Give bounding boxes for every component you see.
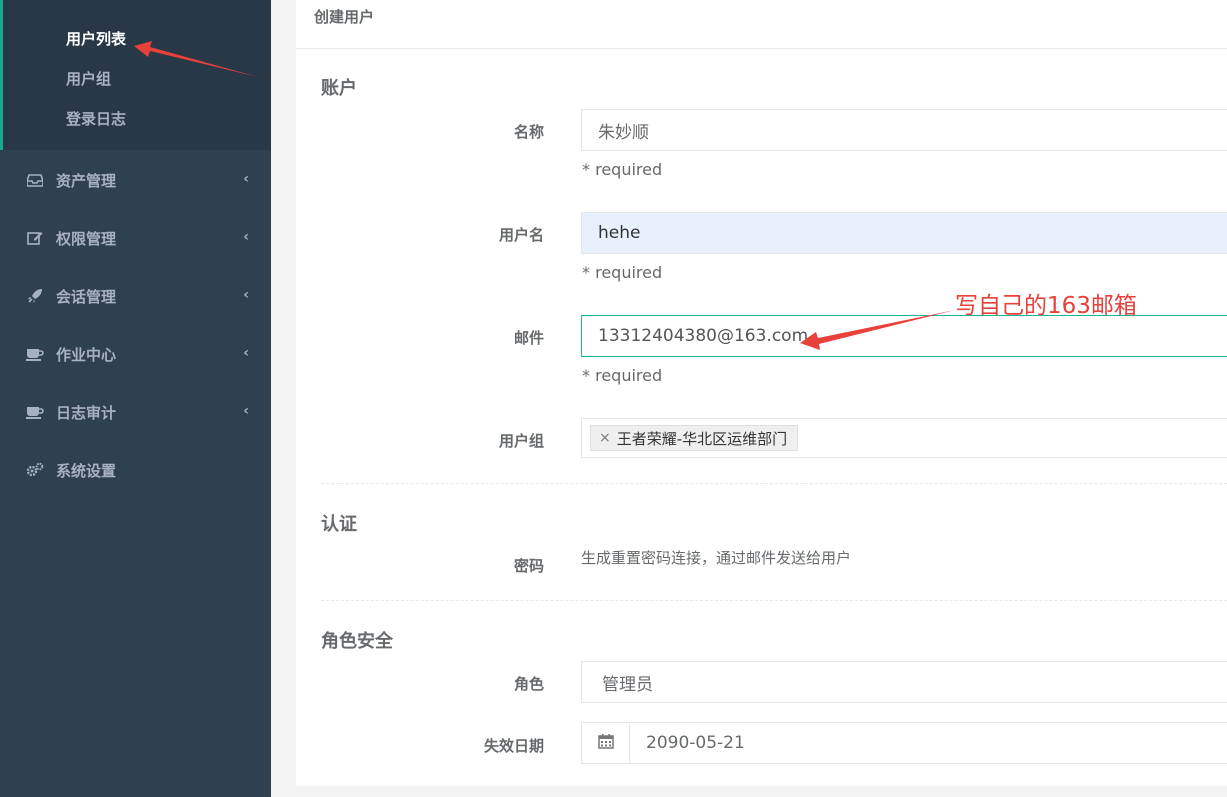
chevron-left-icon: ‹ — [243, 345, 249, 361]
sidebar-item-label: 系统设置 — [56, 461, 117, 480]
sidebar-item-permission-management[interactable]: 权限管理 ‹ — [0, 209, 271, 267]
submenu-item-user-group[interactable]: 用户组 — [66, 68, 111, 89]
name-label: 名称 — [513, 123, 544, 141]
page-title: 创建用户 — [314, 8, 375, 26]
sidebar-item-label: 权限管理 — [56, 229, 117, 248]
email-label: 邮件 — [513, 329, 544, 347]
section-title-auth: 认证 — [321, 514, 357, 535]
chevron-left-icon: ‹ — [243, 171, 249, 187]
username-required-hint: * required — [582, 263, 663, 282]
user-group-tag: × 王者荣耀-华北区运维部门 — [590, 425, 799, 451]
inbox-icon — [26, 171, 44, 189]
sidebar-item-system-settings[interactable]: 系统设置 — [0, 441, 271, 499]
edit-icon — [26, 229, 44, 247]
name-required-hint: * required — [582, 160, 663, 179]
chevron-left-icon: ‹ — [243, 403, 249, 419]
submenu-item-user-list[interactable]: 用户列表 — [66, 28, 126, 49]
panel-header: 创建用户 — [296, 0, 1227, 49]
sidebar-item-label: 日志审计 — [56, 403, 117, 422]
section-title-account: 账户 — [321, 78, 357, 99]
expire-date-label: 失效日期 — [483, 737, 544, 755]
username-label: 用户名 — [498, 226, 544, 244]
sidebar-item-job-center[interactable]: 作业中心 ‹ — [0, 325, 271, 383]
divider — [321, 483, 1227, 484]
gears-icon — [26, 461, 44, 479]
submenu-item-login-log[interactable]: 登录日志 — [66, 108, 126, 129]
coffee-icon — [26, 403, 44, 421]
sidebar-item-label: 会话管理 — [56, 287, 117, 306]
user-group-tag-label: 王者荣耀-华北区运维部门 — [616, 429, 788, 448]
role-select[interactable]: 管理员 — [581, 661, 1227, 703]
divider — [321, 600, 1227, 601]
coffee-icon — [26, 345, 44, 363]
sidebar-item-label: 作业中心 — [56, 345, 117, 364]
expire-date-input[interactable]: 2090-05-21 — [581, 722, 1227, 764]
sidebar: 用户列表 用户组 登录日志 资产管理 ‹ 权限管理 ‹ 会话管理 ‹ 作业中心 … — [0, 0, 271, 797]
rocket-icon — [26, 287, 44, 305]
section-title-role-security: 角色安全 — [321, 631, 393, 652]
user-group-select[interactable]: × 王者荣耀-华北区运维部门 — [581, 418, 1227, 458]
password-label: 密码 — [513, 557, 544, 575]
annotation-email-note: 写自己的163邮箱 — [955, 293, 1137, 319]
date-addon[interactable] — [582, 723, 630, 763]
password-reset-text: 生成重置密码连接，通过邮件发送给用户 — [581, 549, 852, 567]
create-user-panel: 创建用户 账户 名称 朱妙顺 * required 用户名 hehe * req… — [296, 0, 1227, 786]
user-group-label: 用户组 — [498, 432, 544, 450]
calendar-icon — [597, 733, 614, 754]
user-submenu: 用户列表 用户组 登录日志 — [0, 0, 271, 150]
expire-date-value: 2090-05-21 — [646, 733, 745, 753]
chevron-left-icon: ‹ — [243, 229, 249, 245]
sidebar-item-asset-management[interactable]: 资产管理 ‹ — [0, 151, 271, 209]
username-input[interactable]: hehe — [581, 212, 1227, 254]
email-input[interactable]: 13312404380@163.com — [581, 315, 1227, 357]
sidebar-item-session-management[interactable]: 会话管理 ‹ — [0, 267, 271, 325]
sidebar-item-log-audit[interactable]: 日志审计 ‹ — [0, 383, 271, 441]
role-label: 角色 — [513, 675, 544, 693]
remove-tag-icon[interactable]: × — [599, 430, 611, 446]
name-input[interactable]: 朱妙顺 — [581, 109, 1227, 151]
chevron-left-icon: ‹ — [243, 287, 249, 303]
email-required-hint: * required — [582, 366, 663, 385]
sidebar-item-label: 资产管理 — [56, 171, 117, 190]
